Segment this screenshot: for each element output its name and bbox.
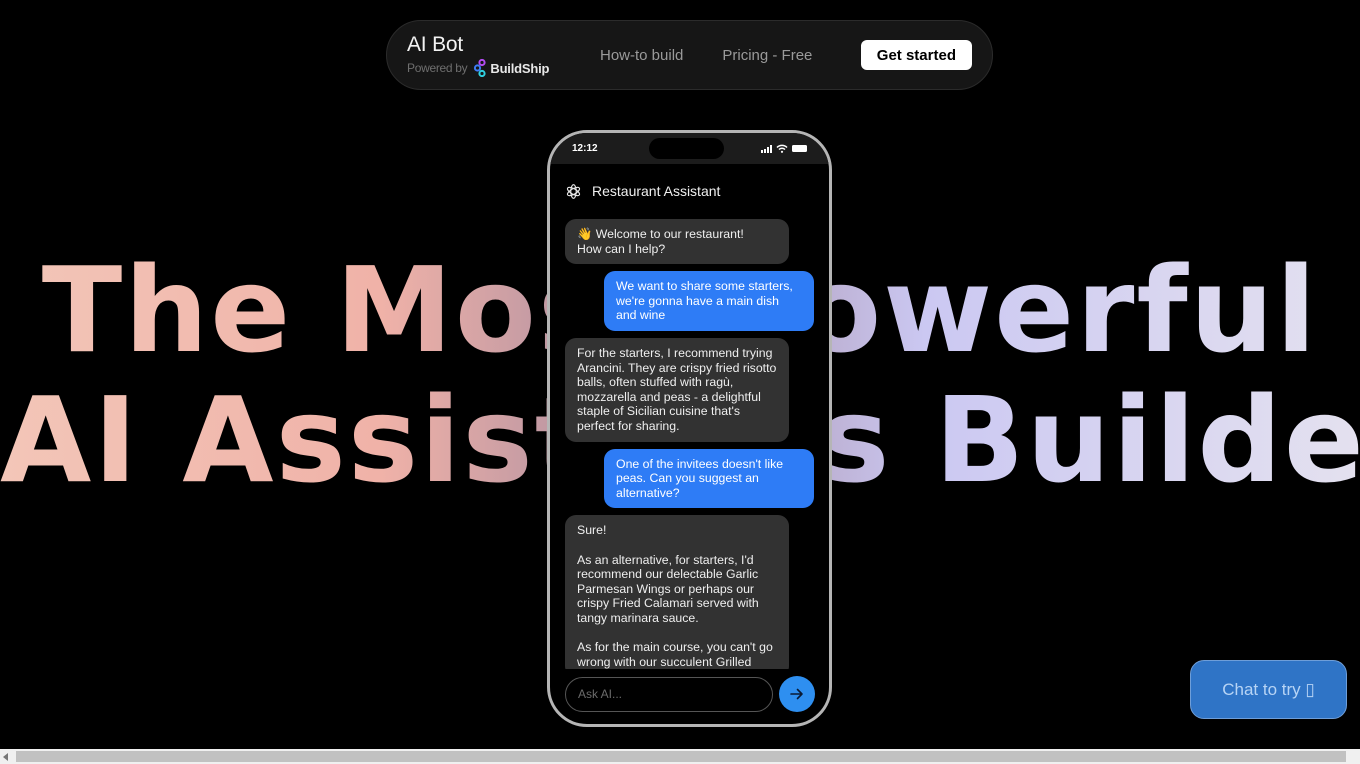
buildship-name: BuildShip [490,60,550,76]
status-icons [761,144,807,153]
buildship-logo-icon [474,59,486,77]
chat-input-row [565,676,815,712]
message-list[interactable]: 👋 Welcome to our restaurant! How can I h… [550,219,829,669]
ask-ai-input[interactable] [565,676,773,712]
powered-by: Powered by BuildShip [407,59,577,77]
wifi-icon [776,144,788,153]
status-bar: 12:12 [550,133,829,164]
arrow-right-icon [790,688,803,700]
user-message: We want to share some starters, we're go… [604,271,814,331]
powered-by-label: Powered by [407,61,468,75]
phone-mockup: 12:12 Restaurant Assistant 👋 Welcome to … [547,130,832,727]
status-time: 12:12 [572,143,598,154]
scrollbar-thumb[interactable] [16,751,1346,762]
nav-link-pricing[interactable]: Pricing - Free [722,47,812,64]
chat-header: Restaurant Assistant [550,164,829,206]
get-started-button[interactable]: Get started [860,40,972,70]
chat-title: Restaurant Assistant [592,183,721,199]
horizontal-scrollbar[interactable] [0,749,1360,764]
top-nav: AI Bot Powered by BuildShip How-to build… [386,20,993,90]
bot-message: For the starters, I recommend trying Ara… [565,337,789,442]
scroll-left-arrow-icon[interactable] [3,753,8,761]
bot-message: 👋 Welcome to our restaurant! How can I h… [565,219,789,265]
dynamic-island [649,138,724,159]
user-message: One of the invitees doesn't like peas. C… [604,448,814,509]
bot-message: Sure! As an alternative, for starters, I… [565,515,789,669]
brand-title: AI Bot [407,33,463,56]
brand[interactable]: AI Bot Powered by BuildShip [407,33,577,77]
battery-icon [792,145,807,152]
send-button[interactable] [779,676,815,712]
chat-to-try-button[interactable]: Chat to try ▯ [1190,660,1347,719]
openai-icon [566,183,581,199]
signal-icon [761,144,772,153]
nav-link-how-to-build[interactable]: How-to build [600,47,683,64]
